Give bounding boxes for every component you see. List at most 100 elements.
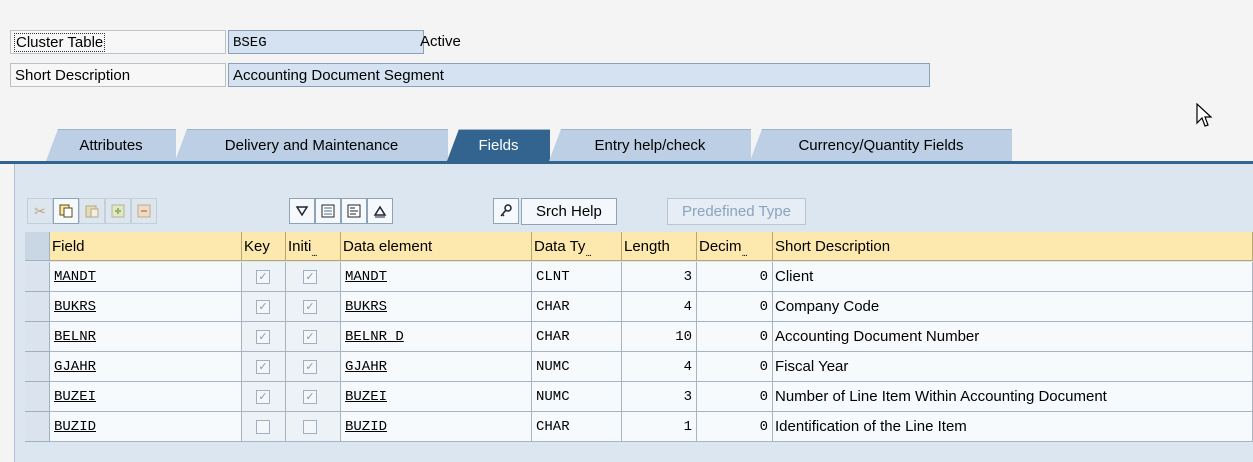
data-type-cell: NUMC <box>532 382 622 412</box>
column-header-field[interactable]: Field <box>50 232 242 261</box>
row-selector[interactable] <box>25 412 50 442</box>
insert-row-icon[interactable] <box>105 198 131 224</box>
copy-icon[interactable] <box>53 198 79 224</box>
length-cell: 1 <box>622 412 697 442</box>
decimals-cell: 0 <box>697 352 773 382</box>
data-type-cell: NUMC <box>532 352 622 382</box>
mouse-cursor-icon <box>1196 103 1212 127</box>
table-row: BUKRS ✓ ✓ BUKRS CHAR 4 0 Company Code <box>25 292 1253 322</box>
length-cell: 4 <box>622 292 697 322</box>
key-cell: ✓ <box>242 292 286 322</box>
column-header-initial[interactable]: Initi... <box>286 232 341 261</box>
initial-checkbox[interactable]: ✓ <box>303 270 317 284</box>
tab-strip: Attributes Delivery and Maintenance Fiel… <box>0 129 1253 161</box>
delete-row-icon[interactable] <box>131 198 157 224</box>
decimals-cell: 0 <box>697 322 773 352</box>
append-structure-icon[interactable] <box>341 198 367 224</box>
table-type-label: Cluster Table <box>10 30 226 54</box>
row-selector[interactable] <box>25 262 50 292</box>
initial-cell: ✓ <box>286 352 341 382</box>
data-type-cell: CHAR <box>532 322 622 352</box>
predefined-type-button[interactable]: Predefined Type <box>667 198 806 225</box>
length-cell: 10 <box>622 322 697 352</box>
initial-cell <box>286 412 341 442</box>
field-name-cell[interactable]: BUZEI <box>50 382 242 412</box>
short-description-label: Short Description <box>10 63 226 87</box>
table-row: GJAHR ✓ ✓ GJAHR NUMC 4 0 Fiscal Year <box>25 352 1253 382</box>
field-name-cell[interactable]: BELNR <box>50 322 242 352</box>
field-name-cell[interactable]: BUKRS <box>50 292 242 322</box>
column-header-short-description[interactable]: Short Description <box>773 232 1253 261</box>
key-cell <box>242 412 286 442</box>
table-row: MANDT ✓ ✓ MANDT CLNT 3 0 Client <box>25 262 1253 292</box>
column-header-key[interactable]: Key <box>242 232 286 261</box>
find-icon[interactable] <box>289 198 315 224</box>
cut-icon[interactable]: ✂ <box>27 198 53 224</box>
length-cell: 3 <box>622 382 697 412</box>
data-type-cell: CHAR <box>532 412 622 442</box>
tab-currency-quantity-fields[interactable]: Currency/Quantity Fields <box>750 129 1012 161</box>
key-checkbox[interactable]: ✓ <box>256 330 270 344</box>
key-checkbox[interactable]: ✓ <box>256 390 270 404</box>
find-next-icon[interactable] <box>367 198 393 224</box>
initial-checkbox[interactable]: ✓ <box>303 360 317 374</box>
table-name-field[interactable]: BSEG <box>228 30 424 54</box>
table-row: BUZEI ✓ ✓ BUZEI NUMC 3 0 Number of Line … <box>25 382 1253 412</box>
short-description-cell: Identification of the Line Item <box>773 412 1253 442</box>
data-element-cell[interactable]: MANDT <box>341 262 532 292</box>
row-selector[interactable] <box>25 292 50 322</box>
table-header-row: Field Key Initi... Data element Data Ty.… <box>25 232 1253 262</box>
decimals-cell: 0 <box>697 262 773 292</box>
short-description-field[interactable]: Accounting Document Segment <box>228 63 930 87</box>
paste-icon[interactable] <box>79 198 105 224</box>
length-cell: 3 <box>622 262 697 292</box>
column-header-data-element[interactable]: Data element <box>341 232 532 261</box>
initial-cell: ✓ <box>286 322 341 352</box>
column-header-decimals[interactable]: Decim... <box>697 232 773 261</box>
initial-checkbox[interactable] <box>303 420 317 434</box>
key-cell: ✓ <box>242 322 286 352</box>
key-cell: ✓ <box>242 382 286 412</box>
key-checkbox[interactable]: ✓ <box>256 300 270 314</box>
data-element-cell[interactable]: BUZID <box>341 412 532 442</box>
row-selector[interactable] <box>25 382 50 412</box>
data-type-cell: CLNT <box>532 262 622 292</box>
short-description-cell: Client <box>773 262 1253 292</box>
data-element-cell[interactable]: BUKRS <box>341 292 532 322</box>
field-name-cell[interactable]: BUZID <box>50 412 242 442</box>
initial-cell: ✓ <box>286 382 341 412</box>
initial-checkbox[interactable]: ✓ <box>303 390 317 404</box>
row-selector[interactable] <box>25 322 50 352</box>
column-header-data-type[interactable]: Data Ty... <box>532 232 622 261</box>
header-select-all[interactable] <box>25 232 50 261</box>
key-checkbox[interactable]: ✓ <box>256 270 270 284</box>
data-type-cell: CHAR <box>532 292 622 322</box>
row-selector[interactable] <box>25 352 50 382</box>
key-cell: ✓ <box>242 262 286 292</box>
initial-checkbox[interactable]: ✓ <box>303 300 317 314</box>
search-help-button[interactable]: Srch Help <box>521 198 617 225</box>
field-name-cell[interactable]: GJAHR <box>50 352 242 382</box>
tab-entry-help-check[interactable]: Entry help/check <box>549 129 751 161</box>
length-cell: 4 <box>622 352 697 382</box>
field-name-cell[interactable]: MANDT <box>50 262 242 292</box>
tab-attributes[interactable]: Attributes <box>46 129 176 161</box>
initial-checkbox[interactable]: ✓ <box>303 330 317 344</box>
column-header-length[interactable]: Length <box>622 232 697 261</box>
key-checkbox[interactable]: ✓ <box>256 360 270 374</box>
table-row: BELNR ✓ ✓ BELNR_D CHAR 10 0 Accounting D… <box>25 322 1253 352</box>
data-element-cell[interactable]: BELNR_D <box>341 322 532 352</box>
decimals-cell: 0 <box>697 382 773 412</box>
short-description-cell: Accounting Document Number <box>773 322 1253 352</box>
tab-fields[interactable]: Fields <box>447 129 550 161</box>
short-description-cell: Company Code <box>773 292 1253 322</box>
data-element-cell[interactable]: BUZEI <box>341 382 532 412</box>
key-checkbox[interactable] <box>256 420 270 434</box>
table-status: Active <box>420 33 461 50</box>
decimals-cell: 0 <box>697 412 773 442</box>
data-element-cell[interactable]: GJAHR <box>341 352 532 382</box>
tab-delivery-maintenance[interactable]: Delivery and Maintenance <box>175 129 448 161</box>
include-icon[interactable] <box>315 198 341 224</box>
short-description-cell: Fiscal Year <box>773 352 1253 382</box>
search-help-icon[interactable] <box>493 198 519 224</box>
